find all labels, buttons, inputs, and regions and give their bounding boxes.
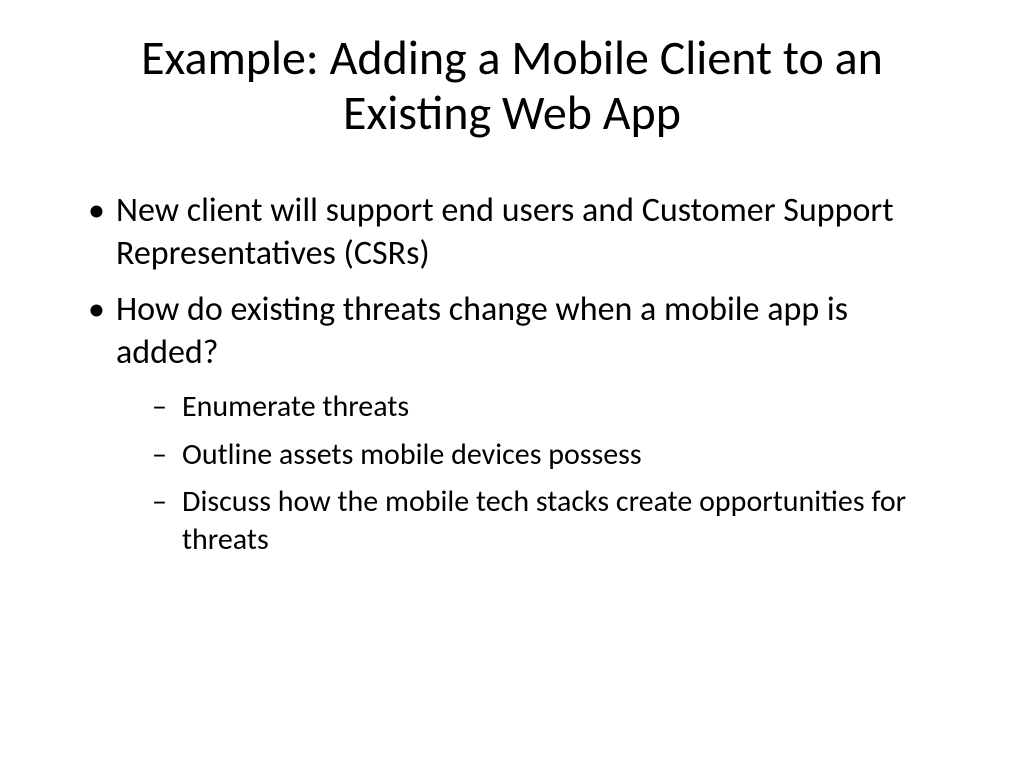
sub-bullet-item: Enumerate threats: [152, 388, 954, 426]
slide-content: New client will support end users and Cu…: [70, 190, 954, 558]
sub-bullet-text: Discuss how the mobile tech stacks creat…: [182, 483, 906, 558]
slide-title: Example: Adding a Mobile Client to an Ex…: [70, 30, 954, 140]
bullet-text: New client will support end users and Cu…: [116, 190, 894, 274]
bullet-list: New client will support end users and Cu…: [80, 190, 954, 558]
bullet-item: How do existing threats change when a mo…: [80, 289, 954, 558]
sub-bullet-text: Enumerate threats: [182, 388, 409, 425]
sub-bullet-text: Outline assets mobile devices possess: [182, 436, 642, 473]
sub-bullet-item: Discuss how the mobile tech stacks creat…: [152, 483, 954, 558]
bullet-item: New client will support end users and Cu…: [80, 190, 954, 275]
sub-bullet-item: Outline assets mobile devices possess: [152, 436, 954, 474]
sub-bullet-list: Enumerate threats Outline assets mobile …: [116, 388, 954, 558]
bullet-text: How do existing threats change when a mo…: [116, 289, 848, 373]
